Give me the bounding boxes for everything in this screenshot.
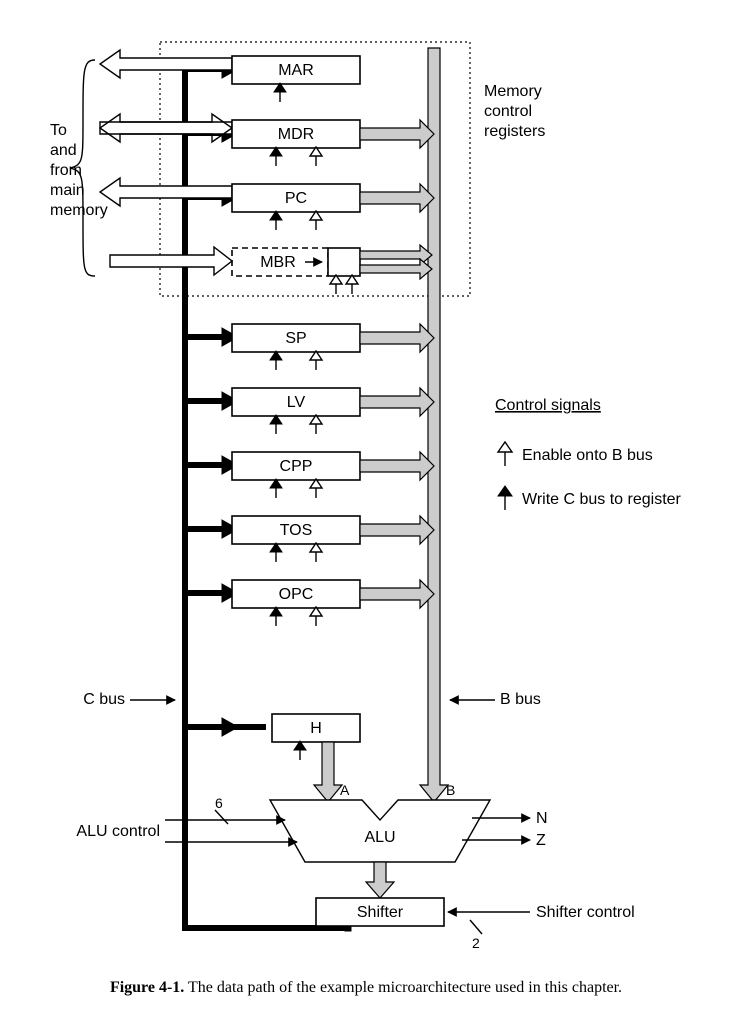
write-c-arrow (270, 211, 282, 230)
shifter-ctrl-width: 2 (472, 935, 480, 951)
pc-label: PC (285, 190, 307, 207)
alu-control-width: 6 (215, 795, 223, 811)
svg-text:Figure 4-1. The data path of: Figure 4-1. The data path of the example… (110, 979, 622, 996)
shifter-ctrl-label: Shifter control (536, 904, 635, 921)
memctrl-label-1: Memory (484, 83, 542, 100)
legend-enable: Enable onto B bus (522, 447, 653, 464)
mdr-label: MDR (278, 126, 314, 143)
alu-b-input: B (446, 782, 455, 798)
write-c-arrow (274, 83, 286, 102)
sp-label: SP (285, 330, 306, 347)
mem-label-2: and (50, 142, 77, 159)
register-cpp: CPP (185, 452, 434, 498)
register-h: H A (185, 714, 360, 802)
alu: ALU (270, 800, 490, 862)
register-lv: LV (185, 388, 434, 434)
legend: Control signals Enable onto B bus Write … (495, 397, 682, 510)
write-c-arrow (270, 147, 282, 166)
alu-control-label: ALU control (76, 823, 160, 840)
mem-label-5: memory (50, 202, 108, 219)
register-sp: SP (185, 324, 434, 370)
mbr-label: MBR (260, 254, 296, 271)
enable-b-arrow (310, 211, 322, 230)
lv-label: LV (287, 394, 306, 411)
alu-a-input: A (340, 782, 350, 798)
mar-label: MAR (278, 62, 314, 79)
shifter-to-cbus (345, 926, 351, 931)
cpp-label: CPP (280, 458, 313, 475)
register-mbr: MBR (110, 245, 432, 294)
bbus-label: B bus (500, 691, 541, 708)
memctrl-label-3: registers (484, 123, 545, 140)
enable-b-arrow (346, 275, 358, 294)
legend-write: Write C bus to register (522, 491, 682, 508)
register-opc: OPC (185, 580, 434, 626)
mem-label-1: To (50, 122, 67, 139)
register-mar: MAR (100, 50, 360, 102)
b-bus (420, 48, 448, 802)
register-pc: PC (100, 178, 434, 230)
alu-n-output: N (536, 810, 548, 827)
opc-label: OPC (279, 586, 314, 603)
register-mdr: MDR (100, 114, 434, 166)
alu-z-output: Z (536, 832, 546, 849)
h-label: H (310, 720, 322, 737)
caption-rest: The data path of the example microarchit… (184, 979, 622, 996)
mem-label-3: from (50, 162, 82, 179)
tos-label: TOS (280, 522, 313, 539)
caption-bold: Figure 4-1. (110, 979, 184, 996)
alu-to-shifter (366, 862, 394, 898)
register-tos: TOS (185, 516, 434, 562)
shifter-label: Shifter (357, 904, 404, 921)
legend-title: Control signals (495, 397, 601, 414)
a-input-bus (314, 742, 342, 802)
cbus-label: C bus (83, 691, 125, 708)
alu-label: ALU (364, 829, 395, 846)
mem-label-4: main (50, 182, 85, 199)
enable-b-arrow (330, 275, 342, 294)
memctrl-label-2: control (484, 103, 532, 120)
enable-b-arrow (310, 147, 322, 166)
shifter: Shifter (316, 898, 444, 926)
